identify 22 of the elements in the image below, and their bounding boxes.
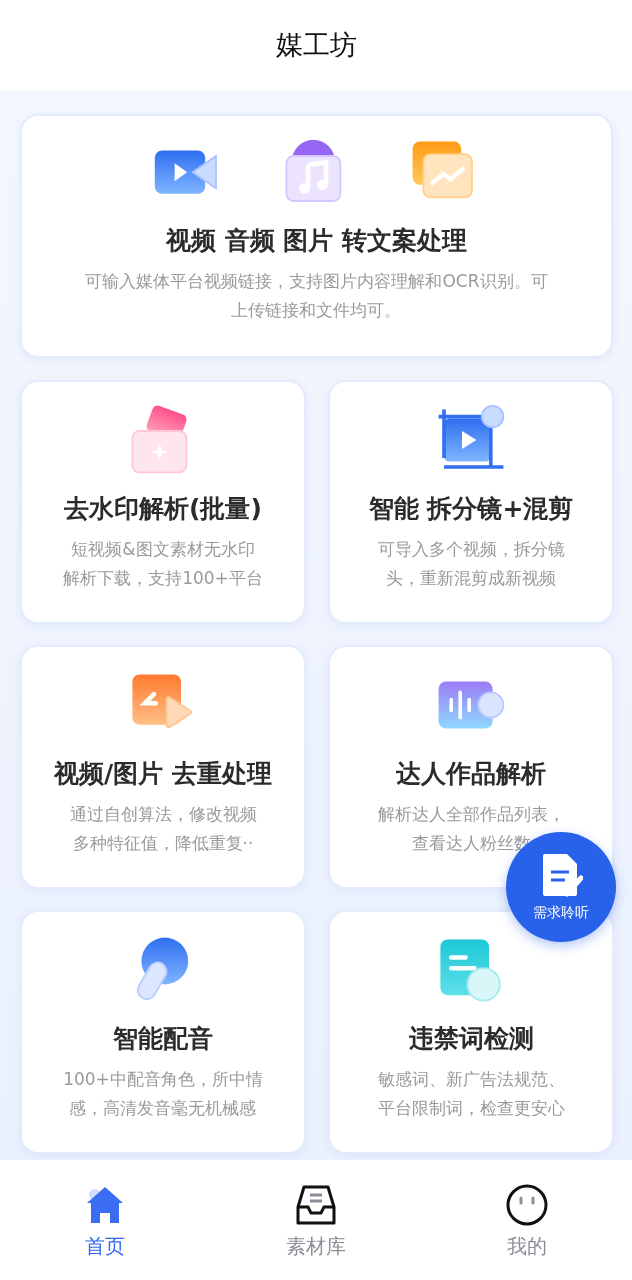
card-title: 视频 音频 图片 转文案处理 xyxy=(165,225,468,257)
card-description: 通过自创算法，修改视频 多种特征值，降低重复·· xyxy=(69,803,257,855)
card-description: 短视频&图文素材无水印 解析下载，支持100+平台 xyxy=(63,538,263,590)
feature-card[interactable]: 智能 拆分镜+混剪 可导入多个视频，拆分镜 头，重新混剪成新视频 xyxy=(328,380,614,624)
inbox-tray-icon xyxy=(294,1183,338,1227)
card-description: 可导入多个视频，拆分镜 头，重新混剪成新视频 xyxy=(377,538,565,590)
feature-card[interactable]: 智能配音 100+中配音角色，所中情 感，高清发音毫无机械感 xyxy=(20,910,306,1154)
card-title: 智能 拆分镜+混剪 xyxy=(368,493,574,525)
card-description: 可输入媒体平台视频链接，支持图片内容理解和OCR识别。可 上传链接和文件均可。 xyxy=(85,270,548,322)
card-title: 智能配音 xyxy=(113,1023,213,1055)
card-description: 敏感词、新广告法规范、 平台限制词，检查更安心 xyxy=(377,1068,565,1120)
tab[interactable]: 首页 xyxy=(45,1182,166,1280)
feature-card[interactable]: 去水印解析(批量) 短视频&图文素材无水印 解析下载，支持100+平台 xyxy=(20,380,306,624)
app-title: 媒工坊 xyxy=(275,28,357,62)
card-title: 达人作品解析 xyxy=(396,758,546,790)
feature-card[interactable]: 视频 音频 图片 转文案处理 可输入媒体平台视频链接，支持图片内容理解和OCR识别。可 上传链接和文件均可。 xyxy=(20,114,613,358)
card-description: 100+中配音角色，所中情 感，高清发音毫无机械感 xyxy=(63,1068,263,1120)
card-title: 去水印解析(批量) xyxy=(64,493,262,525)
smiley-face-icon xyxy=(504,1183,549,1227)
card-title: 违禁词检测 xyxy=(408,1023,534,1055)
card-title: 视频/图片 去重处理 xyxy=(54,758,272,790)
feature-card[interactable]: 视频/图片 去重处理 通过自创算法，修改视频 多种特征值，降低重复·· xyxy=(20,645,306,889)
